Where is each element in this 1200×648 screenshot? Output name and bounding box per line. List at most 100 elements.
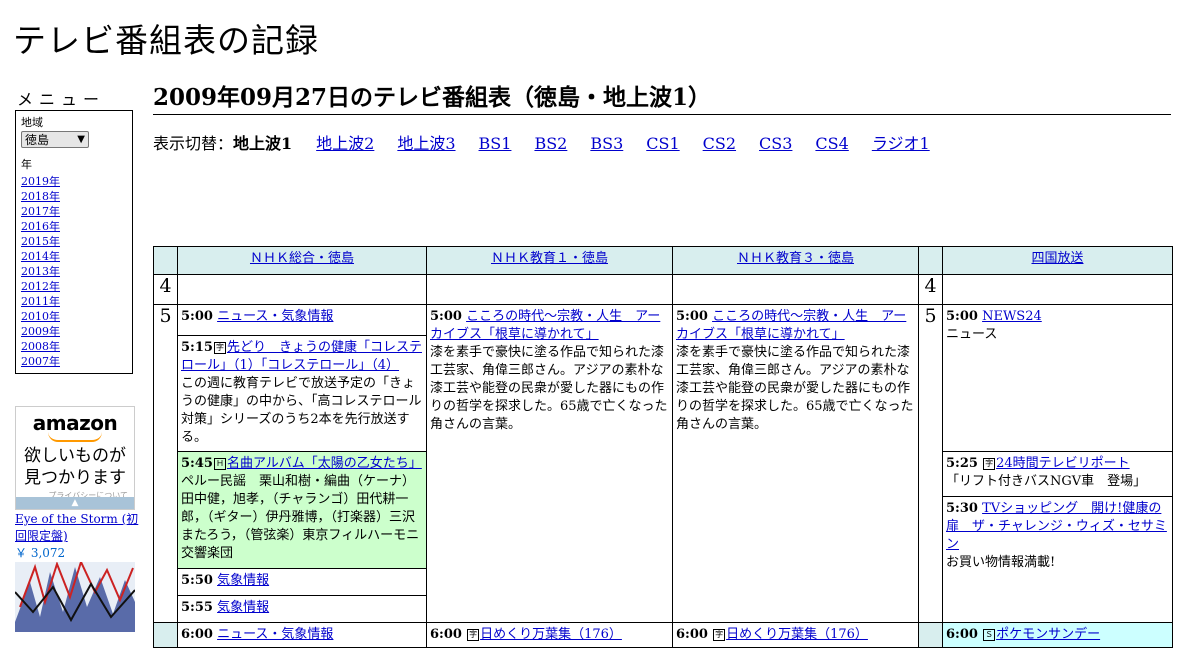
program-desc: 漆を素手で豪快に塗る作品で知られた漆工芸家、角偉三郎さん。アジアの素朴な漆工芸や… — [430, 345, 668, 432]
program-desc: 漆を素手で豪快に塗る作品で知られた漆工芸家、角偉三郎さん。アジアの素朴な漆工芸や… — [676, 345, 914, 432]
switcher-link[interactable]: 地上波2 — [316, 134, 374, 153]
subtitle-icon: 字 — [213, 342, 226, 354]
program-desc: 「リフト付きバスNGV車 登場」 — [946, 474, 1147, 489]
switcher-link[interactable]: BS3 — [590, 134, 623, 153]
table-corner — [918, 246, 943, 275]
program-cell: 5:15 字先どり きょうの健康「コレステロール」（1）「コレステロール」（4）こ… — [177, 335, 427, 452]
program-title-link[interactable]: 気象情報 — [217, 573, 269, 588]
hour-label — [153, 622, 178, 648]
program-title-link[interactable]: こころの時代～宗教・人生 アーカイブス「根草に導かれて」 — [676, 309, 906, 342]
program-title-link[interactable]: ポケモンサンデー — [996, 627, 1100, 642]
switcher-link[interactable]: CS1 — [646, 134, 679, 153]
switcher-label: 表示切替： — [153, 134, 234, 153]
program-cell: 6:00 字日めくり万葉集（176） — [672, 622, 919, 648]
switcher-link[interactable]: ラジオ1 — [872, 134, 930, 153]
program-cell: 6:00 Ｓ ポケモンサンデー — [942, 622, 1173, 648]
hour-label: 5 — [918, 304, 943, 623]
year-link[interactable]: 2014年 — [21, 250, 60, 263]
empty-cell — [942, 274, 1173, 305]
channel-header: ＮＨＫ教育１・徳島 — [426, 246, 673, 275]
year-link[interactable]: 2018年 — [21, 190, 60, 203]
program-title-link[interactable]: 名曲アルバム「太陽の乙女たち」 — [227, 456, 422, 471]
album-art-icon — [15, 562, 135, 632]
amazon-ad-banner[interactable]: amazon 欲しいものが 見つかります プライバシーについて ▲ — [15, 406, 135, 510]
channel-link[interactable]: ＮＨＫ教育１・徳島 — [491, 251, 608, 266]
table-corner — [153, 246, 178, 275]
switcher-link[interactable]: 地上波3 — [397, 134, 455, 153]
year-link[interactable]: 2007年 — [21, 355, 60, 368]
program-cell: 5:45 Ｈ 名曲アルバム「太陽の乙女たち」 ペルー民謡 栗山和樹・編曲（ケーナ）田中… — [177, 451, 427, 569]
program-title-link[interactable]: ニュース・気象情報 — [217, 309, 333, 324]
program-time: 6:00 — [946, 627, 978, 642]
program-time: 5:00 — [946, 309, 978, 324]
channel-header: 四国放送 — [942, 246, 1173, 275]
chevron-up-icon[interactable]: ▲ — [16, 497, 134, 509]
program-cell: 6:00 字日めくり万葉集（176） — [426, 622, 673, 648]
empty-cell — [426, 274, 673, 305]
program-table: ＮＨＫ総合・徳島 ＮＨＫ教育１・徳島 ＮＨＫ教育３・徳島 四国放送 4 4 5 … — [153, 246, 1173, 648]
program-time: 5:45 — [181, 456, 213, 471]
region-select[interactable]: 徳島 ▼ — [21, 131, 89, 148]
program-desc: この週に教育テレビで放送予定の「きょうの健康」の中から、「高コレステロール対策」… — [181, 376, 422, 445]
switcher-link[interactable]: CS2 — [703, 134, 736, 153]
subtitle-icon: 字 — [713, 629, 726, 641]
program-title-link[interactable]: 24時間テレビリポート — [996, 456, 1130, 471]
ad-copy-line2: 見つかります — [24, 468, 126, 488]
subtitle-icon: 字 — [983, 458, 996, 470]
program-title-link[interactable]: 気象情報 — [217, 600, 269, 615]
program-cell: 5:00 NEWS24 ニュース — [942, 304, 1173, 452]
program-desc: お買い物情報満載! — [946, 555, 1056, 570]
year-link[interactable]: 2009年 — [21, 325, 60, 338]
channel-header: ＮＨＫ総合・徳島 — [177, 246, 427, 275]
program-time: 6:00 — [430, 627, 462, 642]
program-desc: ニュース — [946, 327, 998, 342]
program-title-link[interactable]: TVショッピング 開け!健康の扉 ザ・チャレンジ・ウィズ・セサミン — [946, 501, 1167, 552]
empty-cell — [177, 274, 427, 305]
program-time: 5:50 — [181, 573, 213, 588]
program-time: 6:00 — [676, 627, 708, 642]
year-link[interactable]: 2011年 — [21, 295, 60, 308]
program-title-link[interactable]: NEWS24 — [982, 309, 1042, 324]
ad-copy-line1: 欲しいものが — [24, 446, 126, 466]
program-time: 5:00 — [181, 309, 213, 324]
product-price: ￥ 3,072 — [15, 546, 66, 560]
program-title-link[interactable]: ニュース・気象情報 — [217, 627, 333, 642]
switcher-link[interactable]: BS2 — [534, 134, 567, 153]
year-link[interactable]: 2010年 — [21, 310, 60, 323]
year-link[interactable]: 2017年 — [21, 205, 60, 218]
chevron-down-icon: ▼ — [77, 134, 85, 145]
switcher-link[interactable]: CS3 — [759, 134, 792, 153]
program-cell: 5:00 こころの時代～宗教・人生 アーカイブス「根草に導かれて」 漆を素手で豪快… — [426, 304, 673, 623]
site-title: テレビ番組表の記録 — [13, 21, 319, 60]
program-cell: 5:25 字 24時間テレビリポート「リフト付きバスNGV車 登場」 — [942, 451, 1173, 497]
year-link[interactable]: 2016年 — [21, 220, 60, 233]
switcher-current: 地上波1 — [233, 134, 293, 153]
year-link[interactable]: 2019年 — [21, 175, 60, 188]
channel-link[interactable]: ＮＨＫ教育３・徳島 — [737, 251, 854, 266]
program-cell: 5:30 TVショッピング 開け!健康の扉 ザ・チャレンジ・ウィズ・セサミン お買… — [942, 496, 1173, 623]
product-title-link[interactable]: Eye of the Storm (初回限定盤) — [15, 511, 140, 545]
ad-copy: 欲しいものが 見つかります — [16, 445, 134, 489]
program-title-link[interactable]: 日めくり万葉集（176） — [480, 627, 622, 642]
program-time: 5:25 — [946, 456, 978, 471]
channel-link[interactable]: ＮＨＫ総合・徳島 — [250, 251, 354, 266]
year-list: 2019年 2018年 2017年 2016年 2015年 2014年 2013… — [21, 174, 127, 369]
hour-label: 4 — [918, 274, 943, 305]
program-title-link[interactable]: こころの時代～宗教・人生 アーカイブス「根草に導かれて」 — [430, 309, 660, 342]
channel-switcher: 表示切替：地上波1 地上波2 地上波3 BS1 BS2 BS3 CS1 CS2 CS3 CS4 ラジ… — [153, 134, 953, 154]
year-link[interactable]: 2013年 — [21, 265, 60, 278]
switcher-link[interactable]: CS4 — [815, 134, 848, 153]
program-title-link[interactable]: 日めくり万葉集（176） — [726, 627, 868, 642]
year-link[interactable]: 2015年 — [21, 235, 60, 248]
product-image[interactable] — [15, 562, 135, 632]
year-link[interactable]: 2008年 — [21, 340, 60, 353]
channel-link[interactable]: 四国放送 — [1031, 251, 1083, 266]
program-time: 6:00 — [181, 627, 213, 642]
menu-title: メニュー — [17, 90, 106, 109]
program-cell: 6:00 ニュース・気象情報 — [177, 622, 427, 648]
stereo-icon: Ｓ — [983, 629, 996, 641]
hd-icon: Ｈ — [213, 458, 226, 470]
switcher-link[interactable]: BS1 — [479, 134, 512, 153]
amazon-logo: amazon — [32, 411, 118, 435]
year-link[interactable]: 2012年 — [21, 280, 60, 293]
